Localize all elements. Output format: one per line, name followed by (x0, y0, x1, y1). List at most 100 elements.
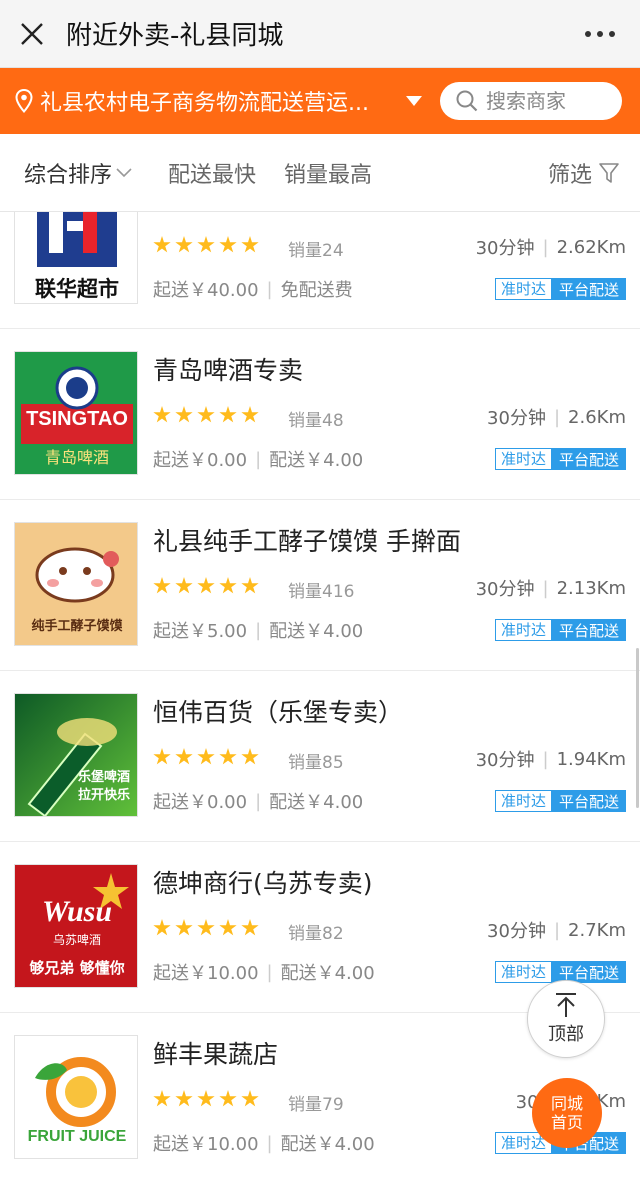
star-icon (175, 919, 193, 936)
filter-button[interactable]: 筛选 (548, 157, 640, 189)
rating-stars (153, 577, 259, 595)
home-button[interactable]: 同城 首页 (532, 1078, 602, 1148)
star-icon (197, 748, 215, 765)
star-icon (197, 406, 215, 423)
scrollbar[interactable] (636, 648, 639, 808)
store-logo-slogan: 够兄弟 够懂你 (29, 959, 125, 977)
rating-stars (153, 236, 259, 254)
home-label-line1: 同城 (550, 1094, 583, 1113)
divider: | (553, 919, 561, 941)
divider: | (255, 448, 262, 470)
store-item[interactable]: 乐堡啤酒 拉开快乐 恒伟百货（乐堡专卖） 销量85 30分钟 | 1.94Km 起送… (0, 671, 640, 842)
delivery-fee: 配送￥4.00 (269, 450, 364, 471)
search-input[interactable] (486, 89, 606, 113)
delivery-time: 30分钟 (475, 238, 535, 259)
divider: | (255, 619, 262, 641)
divider: | (266, 1132, 273, 1154)
delivery-fee: 配送￥4.00 (269, 621, 364, 642)
sort-comprehensive[interactable]: 综合排序 (0, 157, 154, 189)
star-icon (153, 577, 171, 594)
rating-stars (153, 406, 259, 424)
sales-count: 销量416 (288, 582, 355, 602)
divider: | (542, 748, 549, 770)
store-logo: 纯手工酵子馍馍 (14, 522, 138, 646)
search-box[interactable] (440, 82, 622, 120)
store-logo-text: 乐堡啤酒 (77, 770, 130, 785)
star-icon (153, 919, 171, 936)
sort-fastest[interactable]: 配送最快 (154, 157, 270, 189)
title-bar: 附近外卖-礼县同城 (0, 0, 640, 68)
store-name: 恒伟百货（乐堡专卖） (153, 698, 404, 727)
fee-info: 起送￥10.00 | 配送￥4.00 (153, 1130, 375, 1156)
tag-platform-delivery: 平台配送 (551, 448, 626, 470)
tag-platform-delivery: 平台配送 (551, 790, 626, 812)
star-icon (175, 406, 193, 423)
distance: 2.7Km (568, 919, 626, 941)
delivery-eta: 30分钟 | 1.94Km (476, 746, 626, 772)
divider: | (255, 790, 262, 812)
delivery-time: 30分钟 (487, 408, 546, 429)
star-icon (197, 236, 215, 253)
distance: 2.13Km (556, 577, 626, 599)
filter-label: 筛选 (547, 162, 592, 188)
star-icon (241, 406, 259, 423)
fee-info: 起送￥0.00 | 配送￥4.00 (153, 788, 363, 814)
store-item[interactable]: 联华超市 销量24 30分钟 | 2.62Km 起送￥40.00 | 免配送费 准时达平… (0, 212, 640, 329)
delivery-time: 30分钟 (487, 921, 546, 942)
distance: 2.6Km (568, 406, 626, 428)
star-icon (219, 236, 237, 253)
store-logo: 联华超市 (14, 212, 138, 304)
sort-bestselling[interactable]: 销量最高 (270, 157, 386, 189)
star-icon (219, 919, 237, 936)
sort-label: 综合排序 (24, 162, 113, 188)
chevron-down-icon (116, 167, 132, 177)
store-logo: 乐堡啤酒 拉开快乐 (14, 693, 138, 817)
store-logo-text: Wusu (41, 895, 113, 928)
back-to-top-button[interactable]: 顶部 (527, 980, 605, 1058)
close-icon (21, 22, 43, 45)
tag-on-time: 准时达 (494, 448, 552, 470)
divider: | (266, 278, 273, 300)
close-button[interactable] (0, 0, 64, 68)
rating-stars (153, 919, 259, 937)
sales-count: 销量24 (288, 241, 344, 261)
dot-icon (585, 30, 591, 37)
star-icon (219, 577, 237, 594)
fee-info: 起送￥0.00 | 配送￥4.00 (153, 446, 363, 472)
tag-platform-delivery: 平台配送 (551, 278, 626, 300)
star-icon (175, 1090, 193, 1107)
location-selector[interactable]: 礼县农村电子商务物流配送营运... (40, 85, 396, 117)
more-menu-button[interactable] (560, 0, 640, 68)
delivery-eta: 30分钟 | 2.13Km (476, 575, 626, 601)
home-label-line2: 首页 (550, 1113, 583, 1132)
caret-down-icon (406, 96, 422, 106)
store-logo-text: TSINGTAO (26, 408, 128, 430)
store-logo: FRUIT JUICE (14, 1035, 138, 1159)
star-icon (197, 577, 215, 594)
fee-info: 起送￥10.00 | 配送￥4.00 (153, 959, 375, 985)
store-logo-text: 纯手工酵子馍馍 (31, 619, 123, 634)
location-bar: 礼县农村电子商务物流配送营运... (0, 68, 640, 134)
star-icon (197, 1090, 215, 1107)
distance: 2.62Km (556, 236, 626, 258)
store-logo: Wusu 乌苏啤酒 够兄弟 够懂你 (14, 864, 138, 988)
store-logo-subtext: 拉开快乐 (77, 788, 130, 803)
store-name: 德坤商行(乌苏专卖) (153, 869, 373, 898)
star-icon (241, 236, 259, 253)
store-item[interactable]: 纯手工酵子馍馍 礼县纯手工酵子馍馍 手擀面 销量416 30分钟 | 2.13Km … (0, 500, 640, 671)
divider: | (542, 577, 549, 599)
star-icon (197, 919, 215, 936)
star-icon (241, 577, 259, 594)
min-order: 起送￥5.00 (153, 621, 248, 642)
arrow-up-icon (556, 993, 576, 1017)
sales-count: 销量79 (288, 1095, 344, 1115)
store-logo: TSINGTAO 青岛啤酒 (14, 351, 138, 475)
store-name: 礼县纯手工酵子馍馍 手擀面 (153, 527, 461, 556)
tag-on-time: 准时达 (494, 961, 552, 983)
star-icon (241, 748, 259, 765)
star-icon (153, 1090, 171, 1107)
store-item[interactable]: TSINGTAO 青岛啤酒 青岛啤酒专卖 销量48 30分钟 | 2.6Km 起送￥… (0, 329, 640, 500)
dot-icon (609, 30, 615, 37)
location-dropdown-caret[interactable] (396, 95, 432, 107)
store-name: 鲜丰果蔬店 (153, 1040, 279, 1069)
